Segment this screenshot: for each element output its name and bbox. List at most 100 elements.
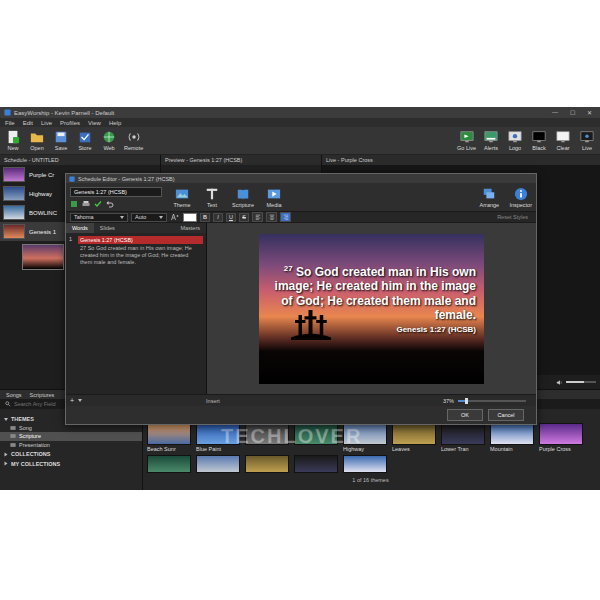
style-button[interactable]: I [213,213,223,222]
theme-label: Leaves [392,446,436,453]
toolbar-button[interactable]: New [4,130,22,151]
toolbar: New Open Save Store Web Remote Go Live Alerts Lo… [0,127,600,155]
live-header: Live - Purple Cross [322,155,600,165]
insert-button[interactable]: Insert [206,398,220,404]
style-button-label: U [229,214,233,220]
size-dropdown[interactable]: Auto [131,213,167,222]
menu-item[interactable]: Profiles [60,120,80,126]
editor-tool-button[interactable]: Text [202,187,222,208]
toolbar-button[interactable]: Remote [124,130,143,151]
menu-item[interactable]: View [88,120,101,126]
window-control-button[interactable]: — [552,109,558,116]
theme-card[interactable]: Leaves [392,423,436,453]
toolbar-button[interactable]: Alerts [482,130,500,151]
schedule-item-title: Highway [29,191,52,197]
slide-entry: Genesis 1:27 (HCSB)27 So God created man… [78,236,203,267]
theme-thumbnail[interactable] [245,455,289,473]
schedule-item-title: Purple Cr [29,172,54,178]
sidebar-label: Presentation [19,442,50,448]
theme-thumbnail [441,423,485,445]
align-button[interactable] [252,212,263,222]
sidebar-header[interactable]: COLLECTIONS [0,450,142,459]
toolbar-button[interactable]: Store [76,130,94,151]
slide-preview: 27 So God created man in His own image; … [259,234,484,384]
expand-arrow-icon[interactable] [5,462,8,466]
expand-arrow-icon[interactable] [4,418,8,421]
live-monitor-icon [580,130,594,144]
toolbar-button[interactable]: Save [52,130,70,151]
theme-thumbnail[interactable] [294,455,338,473]
item-name-field[interactable]: Genesis 1:27 (HCSB) [70,187,162,197]
sidebar-item[interactable]: Presentation [0,441,142,450]
toolbar-label: Black [532,145,545,151]
schedule-thumbnail [3,167,25,182]
align-button[interactable] [280,212,291,222]
text-tool-icon [205,187,219,201]
sidebar-label: MY COLLECTIONS [11,461,60,467]
toolbar-button[interactable]: Open [28,130,46,151]
volume-slider[interactable] [566,381,596,383]
menu-item[interactable]: Live [41,120,52,126]
schedule-editor-dialog: Schedule Editor - Genesis 1:27 (HCSB)Gen… [65,173,537,425]
sidebar-label: Scripture [19,433,41,439]
toolbar-label: New [7,145,18,151]
toolbar-label: Alerts [484,145,498,151]
menu-item[interactable]: Help [109,120,121,126]
zoom-thumb[interactable] [465,398,468,404]
toolbar-button[interactable]: Clear [554,130,572,151]
library-tab[interactable]: Songs [6,392,22,398]
font-dropdown[interactable]: Tahoma [70,213,128,222]
editor-tool-label: Inspector [509,202,532,208]
cancel-button[interactable]: Cancel [488,409,524,421]
slide-list-item[interactable]: 1Genesis 1:27 (HCSB)27 So God created ma… [66,233,206,270]
dialog-bottom-bar: +Insert37% [66,394,536,406]
style-button[interactable]: B [200,213,210,222]
theme-card[interactable]: Beach Sunr [147,423,191,453]
toolbar-button[interactable]: Logo [506,130,524,151]
theme-card[interactable]: Mountain [490,423,534,453]
window-control-button[interactable]: ✕ [587,109,592,116]
ok-button[interactable]: OK [447,409,483,421]
editor-tool-button[interactable]: Scripture [232,187,254,208]
toolbar-button[interactable]: Web [100,130,118,151]
theme-thumbnail[interactable] [196,455,240,473]
theme-thumbnail[interactable] [343,455,387,473]
sidebar-entry: THEMES [4,416,34,422]
dialog-name-block: Genesis 1:27 (HCSB) [70,187,162,208]
window-control-button[interactable]: ☐ [570,109,575,116]
slide-title: Genesis 1:27 (HCSB) [78,236,203,244]
add-green-icon [70,200,78,208]
editor-tool-button[interactable]: Arrange [479,187,499,208]
theme-card[interactable]: Purple Cross [539,423,583,453]
sidebar-header[interactable]: MY COLLECTIONS [0,460,142,469]
theme-folder-icon [10,433,16,439]
sidebar-item[interactable]: Scripture [0,432,142,441]
style-button[interactable]: U [226,213,236,222]
color-swatch[interactable] [183,213,197,222]
editor-tab[interactable]: Slides [94,223,121,233]
menu-item[interactable]: File [5,120,15,126]
align-button[interactable] [266,212,277,222]
theme-card[interactable]: Lower Tran [441,423,485,453]
editor-tool-button[interactable]: Inspector [509,187,532,208]
editor-tool-button[interactable]: Theme [172,187,192,208]
style-button-label: B [203,214,207,220]
library-tab[interactable]: Scriptures [30,392,55,398]
style-button[interactable]: S [239,213,249,222]
expand-arrow-icon[interactable] [5,452,8,456]
add-slide-button[interactable]: + [70,397,74,404]
theme-thumbnail[interactable] [147,455,191,473]
toolbar-button[interactable]: Go Live [457,130,476,151]
editor-tab[interactable]: Masters [174,223,206,233]
toolbar-button[interactable]: Live [578,130,596,151]
add-menu-arrow-icon[interactable] [78,399,82,402]
schedule-header: Schedule - UNTITLED [0,155,160,165]
dialog-toolbar: Genesis 1:27 (HCSB) Theme Text Scripture Med… [66,183,536,211]
zoom-slider[interactable] [458,400,526,402]
menu-item[interactable]: Edit [23,120,33,126]
editor-tool-button[interactable]: Media [264,187,284,208]
verse-text: So God created man in His own image; He … [275,265,476,323]
editor-tab[interactable]: Words [66,223,94,233]
reset-styles-button[interactable]: Reset Styles [497,214,532,220]
toolbar-button[interactable]: Black [530,130,548,151]
